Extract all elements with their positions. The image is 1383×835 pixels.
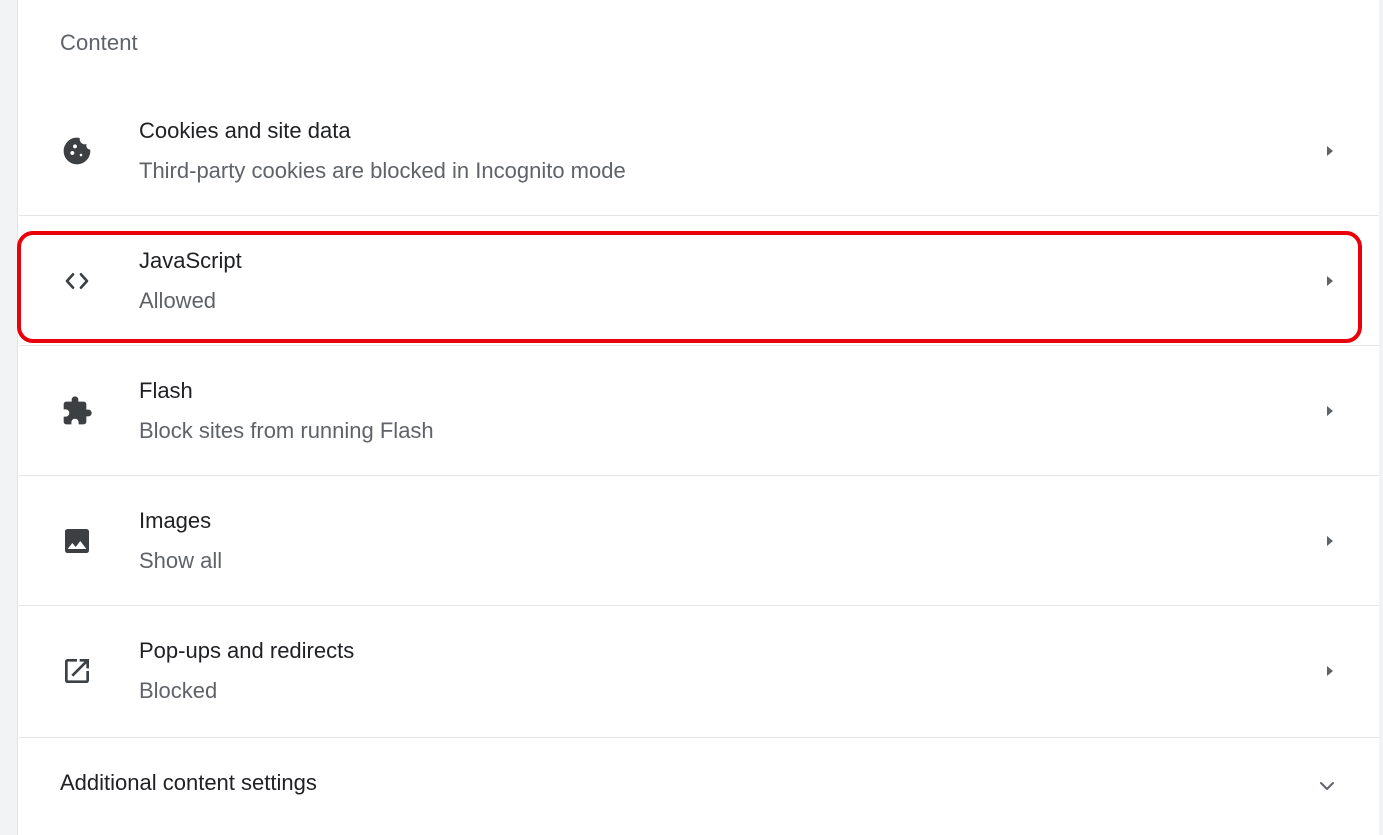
javascript-row[interactable]: JavaScript Allowed	[19, 216, 1379, 346]
code-icon	[59, 263, 95, 299]
content-settings-page: Content Cookies and site data Third-part…	[0, 0, 1383, 835]
arrow-right-icon	[1323, 274, 1337, 288]
row-text: JavaScript Allowed	[139, 216, 242, 345]
row-label: Images	[139, 507, 212, 533]
row-text: Cookies and site data Third-party cookie…	[139, 86, 626, 215]
row-sublabel: Third-party cookies are blocked in Incog…	[139, 157, 626, 183]
row-text: Pop-ups and redirects Blocked	[139, 606, 354, 736]
image-icon	[59, 523, 95, 559]
chevron-down-icon[interactable]	[1317, 776, 1337, 796]
row-label: Flash	[139, 377, 193, 403]
row-text: Images Show all	[139, 476, 222, 605]
cookies-and-site-data-row[interactable]: Cookies and site data Third-party cookie…	[19, 86, 1379, 216]
arrow-right-icon	[1323, 664, 1337, 678]
open-in-new-icon	[59, 653, 95, 689]
flash-row[interactable]: Flash Block sites from running Flash	[19, 346, 1379, 476]
section-title: Content	[60, 30, 138, 55]
row-label: Cookies and site data	[139, 117, 351, 143]
row-sublabel: Allowed	[139, 287, 217, 313]
left-gutter	[0, 0, 18, 835]
additional-content-settings-row[interactable]: Additional content settings	[19, 737, 1379, 835]
popups-and-redirects-row[interactable]: Pop-ups and redirects Blocked	[19, 606, 1379, 736]
row-sublabel: Block sites from running Flash	[139, 417, 434, 443]
images-row[interactable]: Images Show all	[19, 476, 1379, 606]
cookie-icon	[59, 133, 95, 169]
right-gutter	[1379, 0, 1383, 835]
arrow-right-icon	[1323, 404, 1337, 418]
row-label: JavaScript	[139, 247, 242, 273]
arrow-right-icon	[1323, 144, 1337, 158]
row-sublabel: Blocked	[139, 678, 218, 703]
row-label: Pop-ups and redirects	[139, 638, 355, 663]
row-text: Flash Block sites from running Flash	[139, 346, 434, 475]
puzzle-icon	[59, 393, 95, 429]
arrow-right-icon	[1323, 534, 1337, 548]
additional-content-settings-label: Additional content settings	[60, 770, 317, 795]
row-sublabel: Show all	[139, 547, 223, 573]
